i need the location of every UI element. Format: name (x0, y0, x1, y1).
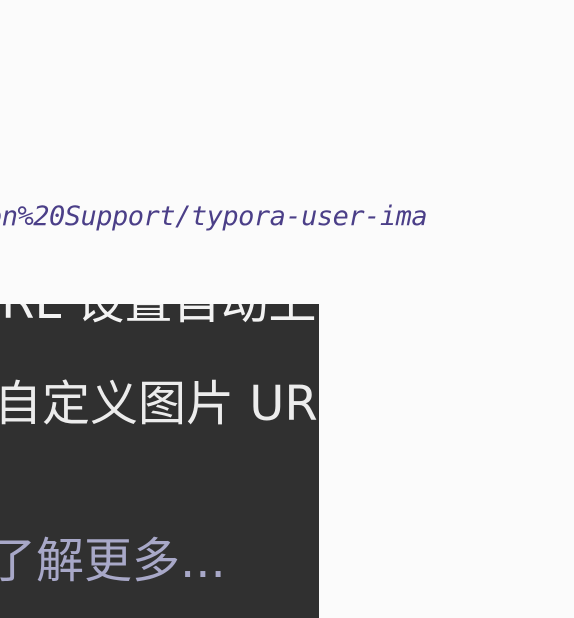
context-menu: URL 设置自动上传 自定义图片 URL 了解更多... (0, 304, 319, 618)
menu-item-learn-more[interactable]: 了解更多... (0, 530, 319, 592)
menu-item-auto-upload[interactable]: URL 设置自动上传 (0, 304, 319, 327)
image-path-text: on%20Support/typora-user-ima (0, 201, 428, 232)
menu-item-custom-image-url[interactable]: 自定义图片 URL (0, 374, 319, 434)
